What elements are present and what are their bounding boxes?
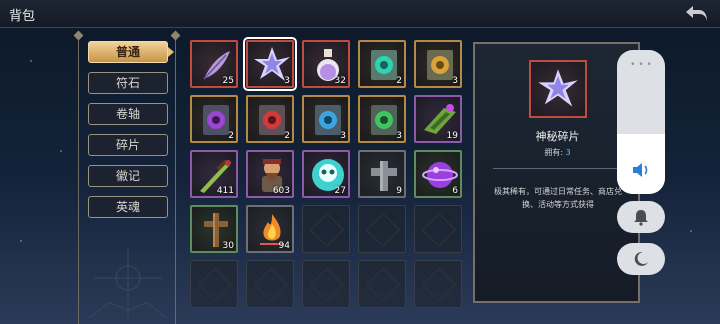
tab-4[interactable]: 徽记 xyxy=(88,165,168,187)
item-count: 603 xyxy=(272,186,290,196)
tab-1[interactable]: 符石 xyxy=(88,72,168,94)
ornament-decoration xyxy=(89,248,167,318)
item-count: 32 xyxy=(334,76,346,86)
dark-mode-toggle[interactable] xyxy=(617,243,665,275)
game-screen: 背包 普通 符石 卷轴 碎片 徽记 英魂 25 3 32 2 3 2 2 3 3 19 411 603 27 9 6 3… xyxy=(0,0,720,324)
back-arrow-icon xyxy=(686,6,707,21)
item-count: 3 xyxy=(396,131,402,141)
item-count: 27 xyxy=(334,186,346,196)
empty-slot xyxy=(414,260,462,308)
inventory-slot[interactable]: 9 xyxy=(358,150,406,198)
inventory-slot[interactable]: 3 xyxy=(358,95,406,143)
empty-slot xyxy=(302,205,350,253)
inventory-slot[interactable]: 2 xyxy=(246,95,294,143)
bell-icon xyxy=(634,210,648,226)
empty-slot xyxy=(302,260,350,308)
empty-slot-decoration xyxy=(310,268,344,302)
crystal-shard-icon xyxy=(538,69,578,107)
inventory-slot[interactable]: 3 xyxy=(243,37,297,91)
item-count: 30 xyxy=(222,241,234,251)
inventory-slot[interactable]: 3 xyxy=(302,95,350,143)
tab-5[interactable]: 英魂 xyxy=(88,196,168,218)
star-decoration xyxy=(20,240,22,242)
notification-toggle[interactable] xyxy=(617,201,665,233)
drag-handle-dots: • • • xyxy=(630,60,652,70)
empty-slot-decoration xyxy=(366,268,400,302)
item-count: 25 xyxy=(222,76,234,86)
inventory-slot[interactable]: 6 xyxy=(414,150,462,198)
back-button[interactable] xyxy=(684,3,710,23)
empty-slot xyxy=(414,205,462,253)
divider xyxy=(493,168,621,169)
item-name: 神秘碎片 xyxy=(535,130,580,143)
item-description: 极其稀有，可通过日常任务、商店兑换、活动等方式获得 xyxy=(494,187,622,209)
inventory-slot[interactable]: 603 xyxy=(246,150,294,198)
owned-count-row: 拥有: 3 xyxy=(475,147,640,158)
owned-label: 拥有: xyxy=(544,148,564,157)
star-decoration xyxy=(690,230,692,232)
page-title: 背包 xyxy=(9,9,36,24)
empty-slot-decoration xyxy=(422,268,456,302)
empty-slot xyxy=(246,260,294,308)
inventory-slot[interactable]: 25 xyxy=(190,40,238,88)
empty-slot-decoration xyxy=(310,213,344,247)
inventory-slot[interactable]: 30 xyxy=(190,205,238,253)
item-count: 2 xyxy=(396,76,402,86)
empty-slot-decoration xyxy=(422,213,456,247)
item-count: 2 xyxy=(228,131,234,141)
owned-value: 3 xyxy=(565,148,571,157)
empty-slot-decoration xyxy=(198,268,232,302)
item-count: 411 xyxy=(216,186,234,196)
inventory-slot[interactable]: 2 xyxy=(190,95,238,143)
top-bar: 背包 xyxy=(0,0,720,28)
item-detail-panel: 神秘碎片 拥有: 3 极其稀有，可通过日常任务、商店兑换、活动等方式获得 xyxy=(473,42,640,303)
tab-0[interactable]: 普通 xyxy=(88,41,174,63)
inventory-slot[interactable]: 19 xyxy=(414,95,462,143)
inventory-slot[interactable]: 411 xyxy=(190,150,238,198)
moon-icon xyxy=(634,251,648,266)
empty-slot xyxy=(190,260,238,308)
item-count: 3 xyxy=(284,76,290,86)
item-count: 19 xyxy=(446,131,458,141)
item-count: 94 xyxy=(278,241,290,251)
item-count: 9 xyxy=(396,186,402,196)
empty-slot-decoration xyxy=(366,213,400,247)
star-decoration xyxy=(60,150,62,152)
empty-slot xyxy=(358,260,406,308)
inventory-slot[interactable]: 27 xyxy=(302,150,350,198)
item-count: 2 xyxy=(284,131,290,141)
inventory-slot[interactable]: 94 xyxy=(246,205,294,253)
inventory-grid: 25 3 32 2 3 2 2 3 3 19 411 603 27 9 6 30 94 xyxy=(190,37,470,320)
volume-slider[interactable]: • • • xyxy=(617,50,665,194)
inventory-slot[interactable]: 2 xyxy=(358,40,406,88)
item-count: 6 xyxy=(452,186,458,196)
star-decoration xyxy=(30,60,32,62)
empty-slot xyxy=(358,205,406,253)
item-count: 3 xyxy=(452,76,458,86)
category-tabs: 普通符石卷轴碎片徽记英魂 xyxy=(78,36,176,324)
item-count: 3 xyxy=(340,131,346,141)
empty-slot-decoration xyxy=(254,268,288,302)
tab-2[interactable]: 卷轴 xyxy=(88,103,168,125)
inventory-slot[interactable]: 32 xyxy=(302,40,350,88)
detail-item-frame xyxy=(529,60,587,118)
speaker-icon xyxy=(633,163,648,177)
inventory-slot[interactable]: 3 xyxy=(414,40,462,88)
tab-3[interactable]: 碎片 xyxy=(88,134,168,156)
